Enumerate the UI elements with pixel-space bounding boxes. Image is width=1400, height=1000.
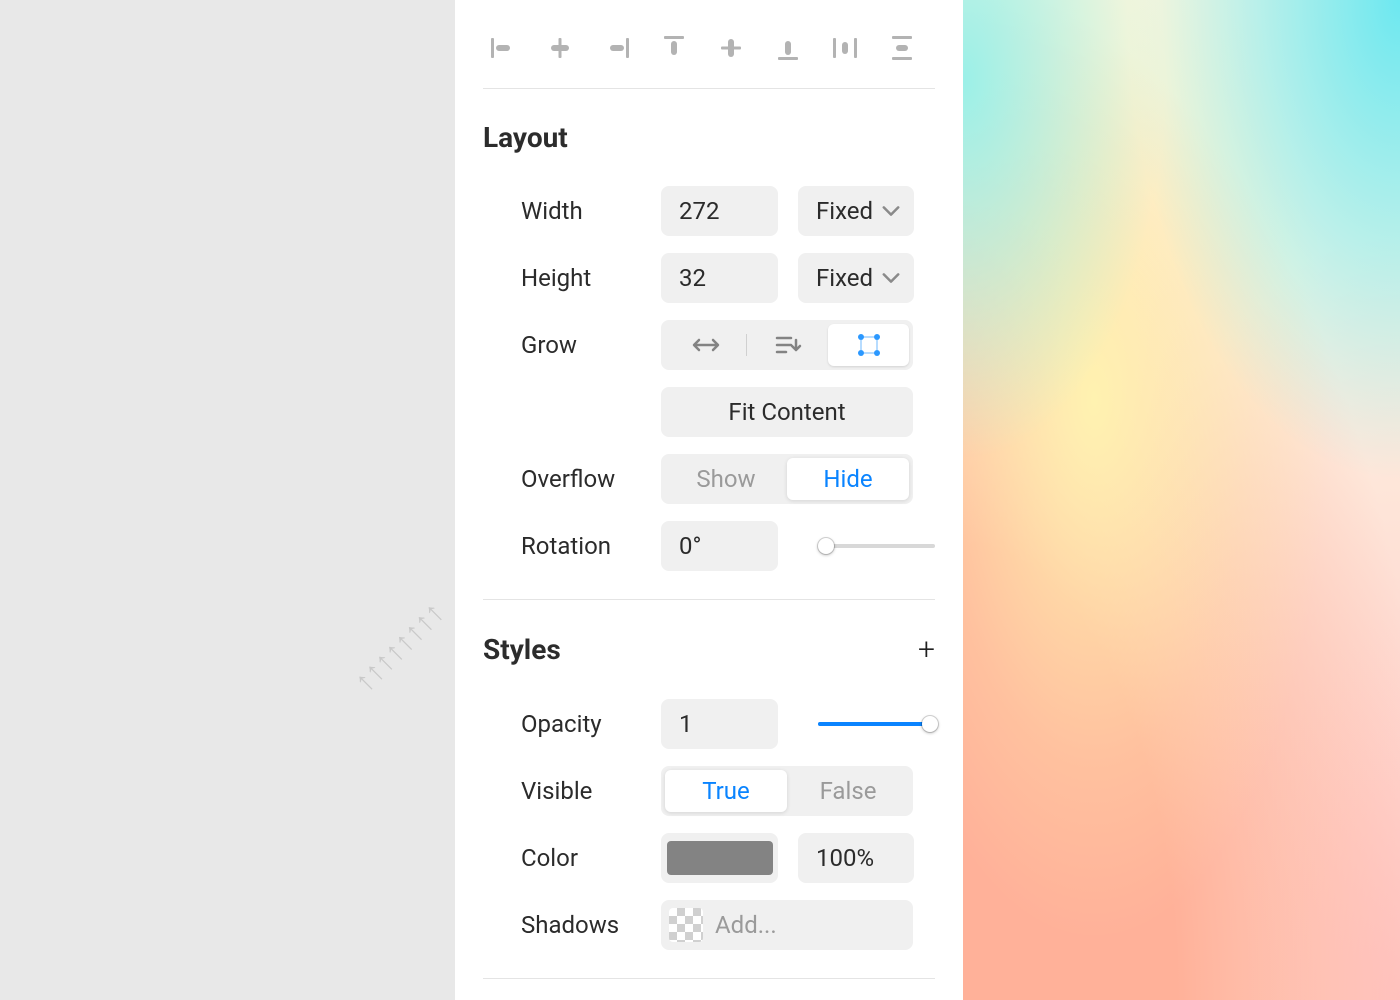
distribute-vertical-button[interactable] <box>884 30 920 66</box>
overflow-row: Overflow Show Hide <box>483 454 935 504</box>
visible-false-button[interactable]: False <box>787 770 909 812</box>
grow-label: Grow <box>521 331 661 359</box>
canvas-preview-gradient[interactable] <box>963 0 1400 1000</box>
fit-content-button[interactable]: Fit Content <box>661 387 913 437</box>
visible-row: Visible True False <box>483 766 935 816</box>
height-label: Height <box>521 264 661 292</box>
opacity-input[interactable]: 1 <box>661 699 778 749</box>
height-mode-value: Fixed <box>816 264 873 292</box>
chevron-down-icon <box>882 272 900 284</box>
visible-label: Visible <box>521 777 661 805</box>
corners-icon <box>856 332 882 358</box>
layout-title: Layout <box>483 121 568 154</box>
color-swatch <box>667 841 773 875</box>
align-right-button[interactable] <box>599 30 635 66</box>
overflow-show-button[interactable]: Show <box>665 458 787 500</box>
align-top-button[interactable] <box>656 30 692 66</box>
width-row: Width 272 Fixed <box>483 186 935 236</box>
overflow-hide-button[interactable]: Hide <box>787 458 909 500</box>
align-hcenter-button[interactable] <box>542 30 578 66</box>
canvas-area[interactable]: ↑↑↑↑↑↑↑↑ <box>0 0 455 1000</box>
inspector-panel: Layout Width 272 Fixed Height 32 Fixed G… <box>455 0 963 1000</box>
opacity-slider[interactable] <box>818 722 935 726</box>
height-input[interactable]: 32 <box>661 253 778 303</box>
opacity-row: Opacity 1 <box>483 699 935 749</box>
arrows-horizontal-icon <box>690 335 722 355</box>
color-label: Color <box>521 844 661 872</box>
add-shadow-button[interactable]: Add... <box>661 900 913 950</box>
rotation-slider[interactable] <box>818 544 935 548</box>
shadows-row: Shadows Add... <box>483 900 935 950</box>
chevron-down-icon <box>882 205 900 217</box>
color-alpha-input[interactable]: 100% <box>798 833 914 883</box>
color-swatch-button[interactable] <box>661 833 778 883</box>
width-input[interactable]: 272 <box>661 186 778 236</box>
height-mode-dropdown[interactable]: Fixed <box>798 253 914 303</box>
rotation-row: Rotation 0° <box>483 521 935 571</box>
visible-toggle: True False <box>661 766 913 816</box>
ghost-arrows: ↑↑↑↑↑↑↑↑ <box>347 596 451 700</box>
height-row: Height 32 Fixed <box>483 253 935 303</box>
opacity-label: Opacity <box>521 710 661 738</box>
styles-title: Styles <box>483 633 561 666</box>
rotation-input[interactable]: 0° <box>661 521 778 571</box>
grow-horizontal-button[interactable] <box>665 324 746 366</box>
align-vcenter-button[interactable] <box>713 30 749 66</box>
overflow-toggle: Show Hide <box>661 454 913 504</box>
shadows-label: Shadows <box>521 911 661 939</box>
list-down-icon <box>774 334 802 356</box>
width-label: Width <box>521 197 661 225</box>
rotation-label: Rotation <box>521 532 661 560</box>
add-shadow-placeholder: Add... <box>715 911 777 939</box>
overflow-label: Overflow <box>521 465 661 493</box>
align-left-button[interactable] <box>485 30 521 66</box>
align-bottom-button[interactable] <box>770 30 806 66</box>
color-row: Color 100% <box>483 833 935 883</box>
width-mode-dropdown[interactable]: Fixed <box>798 186 914 236</box>
transparency-checker-icon <box>669 908 703 942</box>
alignment-row <box>483 0 935 89</box>
grow-row: Grow <box>483 320 935 370</box>
styles-section: Styles + Opacity 1 Visible True False Co… <box>483 600 935 979</box>
width-mode-value: Fixed <box>816 197 873 225</box>
add-style-button[interactable]: + <box>918 632 935 667</box>
grow-seg-group <box>661 320 913 370</box>
grow-none-button[interactable] <box>828 324 909 366</box>
distribute-horizontal-button[interactable] <box>827 30 863 66</box>
layout-section: Layout Width 272 Fixed Height 32 Fixed G… <box>483 89 935 600</box>
grow-vertical-button[interactable] <box>747 324 828 366</box>
visible-true-button[interactable]: True <box>665 770 787 812</box>
